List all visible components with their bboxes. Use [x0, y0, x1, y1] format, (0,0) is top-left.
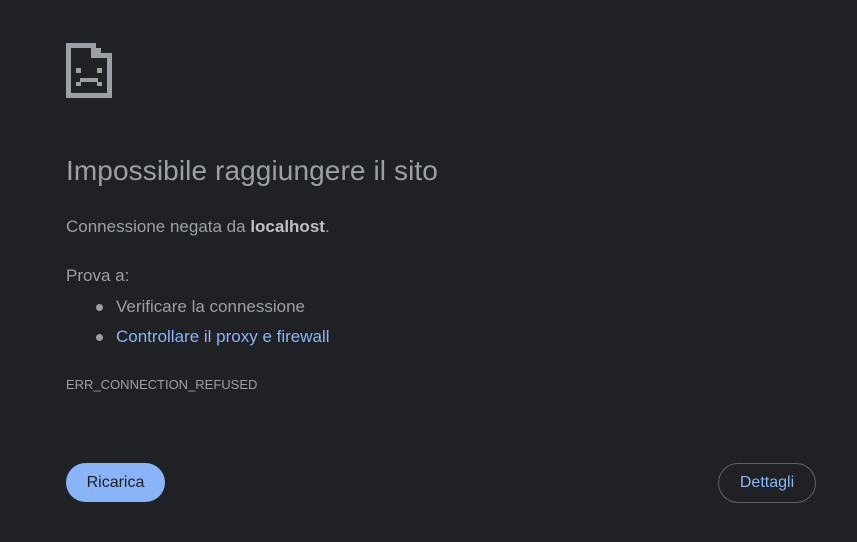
suggestions-list: Verificare la connessione Controllare il… — [66, 294, 330, 354]
suggestions-heading: Prova a: — [66, 266, 130, 285]
suggestion-text: Verificare la connessione — [116, 297, 306, 316]
description-suffix: . — [324, 217, 330, 236]
bullet-icon — [96, 304, 103, 311]
proxy-firewall-link[interactable]: Controllare il proxy e firewall — [116, 327, 330, 346]
page-title: Impossibile raggiungere il sito — [66, 155, 438, 186]
reload-button[interactable]: Ricarica — [66, 463, 165, 502]
bullet-icon — [96, 334, 103, 341]
host-name: localhost — [250, 217, 325, 236]
error-code: ERR_CONNECTION_REFUSED — [66, 377, 258, 392]
suggestion-check-proxy[interactable]: Controllare il proxy e firewall — [66, 324, 330, 354]
sad-page-icon — [66, 43, 112, 98]
description-prefix: Connessione negata da — [66, 217, 251, 236]
details-button[interactable]: Dettagli — [718, 463, 816, 503]
suggestion-check-connection: Verificare la connessione — [66, 294, 330, 324]
error-page: Impossibile raggiungere il sito Connessi… — [0, 0, 857, 542]
error-description: Connessione negata da localhost. — [66, 217, 330, 237]
